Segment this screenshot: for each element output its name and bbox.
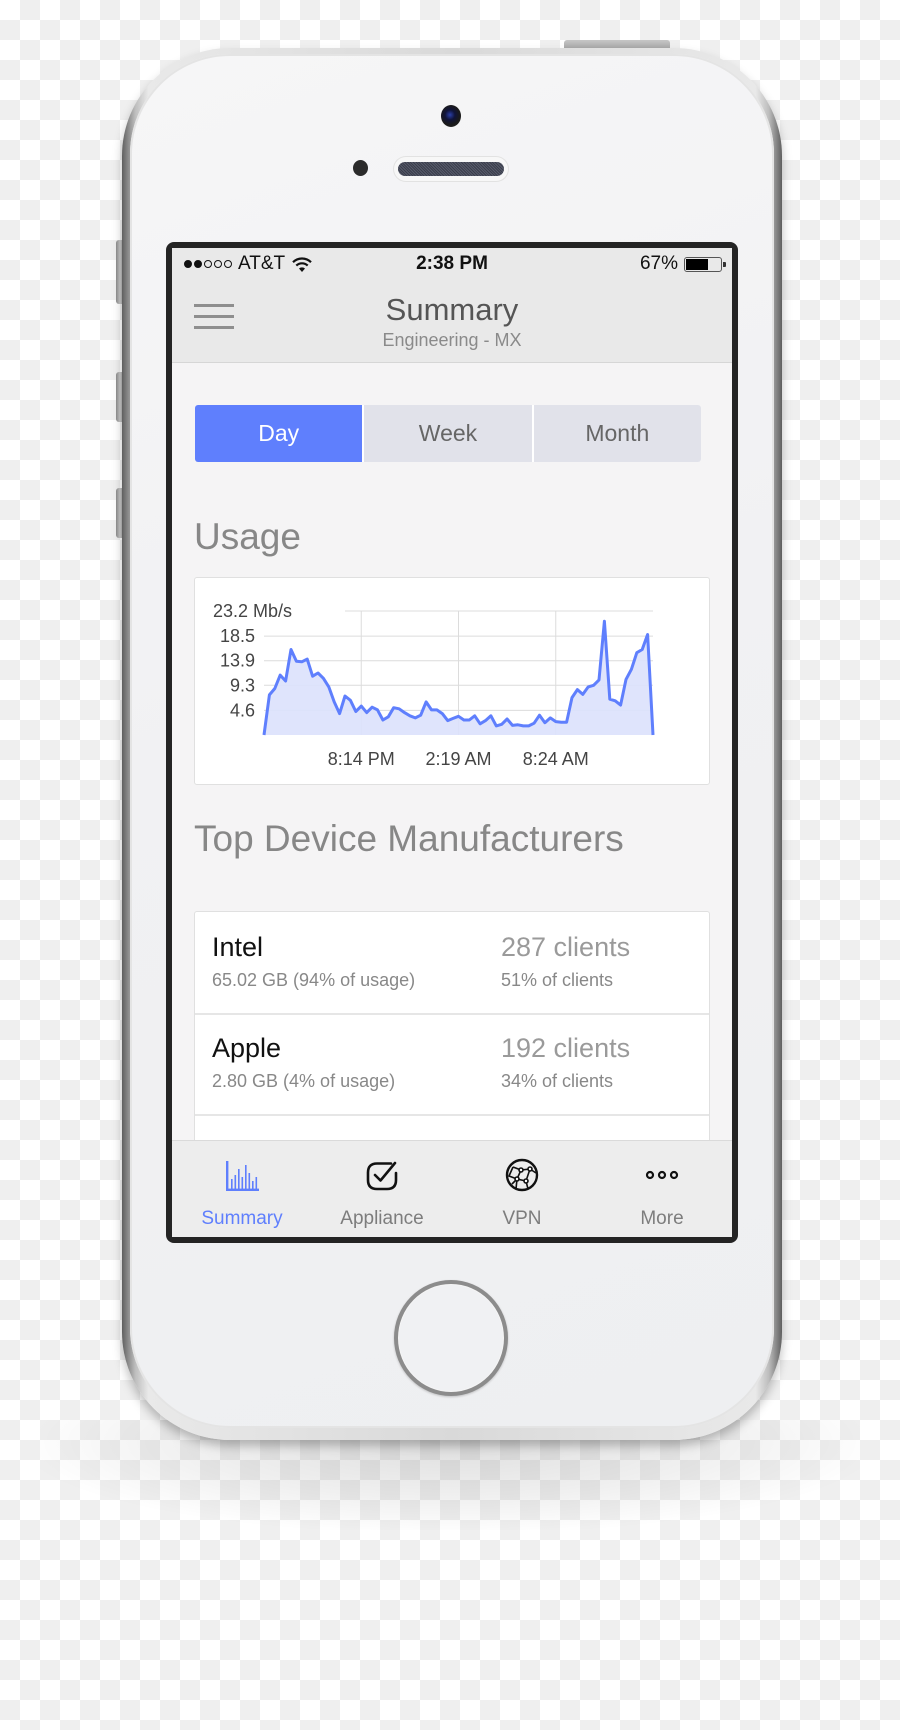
time-range-segmented-control: Day Week Month <box>195 405 701 462</box>
nav-header: AT&T 2:38 PM 67% Summary Engineering - M… <box>172 248 732 363</box>
tab-bar: Summary Appliance VPN More <box>172 1140 732 1237</box>
globe-network-icon <box>505 1158 539 1192</box>
bar-chart-icon <box>226 1161 259 1191</box>
battery-icon <box>684 256 726 272</box>
proximity-sensor <box>353 160 368 176</box>
earpiece-speaker <box>394 157 508 181</box>
tab-summary[interactable]: Summary <box>172 1141 312 1237</box>
manufacturer-clients: 192 clients <box>501 1033 631 1063</box>
list-item[interactable]: Intel 65.02 GB (94% of usage) 287 client… <box>195 912 709 1015</box>
y-tick-label: 23.2 Mb/s <box>213 601 292 621</box>
manufacturers-heading: Top Device Manufacturers <box>194 818 624 859</box>
segment-week[interactable]: Week <box>364 405 532 462</box>
tab-label: Appliance <box>340 1208 424 1229</box>
y-tick-label: 18.5 <box>220 626 255 646</box>
list-item[interactable]: Apple 2.80 GB (4% of usage) 192 clients … <box>195 1013 709 1116</box>
manufacturer-name: Intel <box>212 932 264 962</box>
manufacturer-client-pct: 34% of clients <box>501 1071 614 1091</box>
y-tick-label: 9.3 <box>230 675 255 695</box>
usage-chart-card: 4.6 9.3 13.9 18.5 23.2 Mb/s 8:14 PM 2:19 AM 8:2… <box>194 577 710 785</box>
y-tick-label: 4.6 <box>230 700 255 720</box>
tab-label: VPN <box>502 1208 542 1229</box>
tab-vpn[interactable]: VPN <box>452 1141 592 1237</box>
page-title: Summary <box>385 292 519 327</box>
manufacturer-client-pct: 51% of clients <box>501 970 614 990</box>
x-tick-label: 8:24 AM <box>523 749 589 769</box>
segment-month[interactable]: Month <box>533 405 701 462</box>
tab-more[interactable]: More <box>592 1141 732 1237</box>
manufacturer-name: Apple <box>212 1033 282 1063</box>
front-camera <box>441 105 461 127</box>
usage-chart: 4.6 9.3 13.9 18.5 23.2 Mb/s 8:14 PM 2:19 AM 8:2… <box>213 601 655 769</box>
status-bar: AT&T 2:38 PM 67% <box>172 248 732 280</box>
more-dots-icon <box>645 1170 679 1180</box>
battery-percent: 67% <box>639 253 678 274</box>
segment-day[interactable]: Day <box>195 405 363 462</box>
x-tick-label: 8:14 PM <box>328 749 395 769</box>
tab-appliance[interactable]: Appliance <box>312 1141 452 1237</box>
home-button[interactable] <box>394 1280 508 1396</box>
checkbox-icon <box>366 1161 398 1191</box>
usage-heading: Usage <box>194 516 301 557</box>
y-tick-label: 13.9 <box>220 651 255 671</box>
tab-label: More <box>640 1208 684 1229</box>
app-screen: AT&T 2:38 PM 67% Summary Engineering - M… <box>172 248 732 1237</box>
network-subtitle[interactable]: Engineering - MX <box>172 330 732 351</box>
tab-label: Summary <box>201 1208 283 1229</box>
manufacturer-usage: 2.80 GB (4% of usage) <box>212 1071 396 1091</box>
manufacturer-clients: 287 clients <box>501 932 631 962</box>
x-tick-label: 2:19 AM <box>425 749 491 769</box>
manufacturer-usage: 65.02 GB (94% of usage) <box>212 970 416 990</box>
